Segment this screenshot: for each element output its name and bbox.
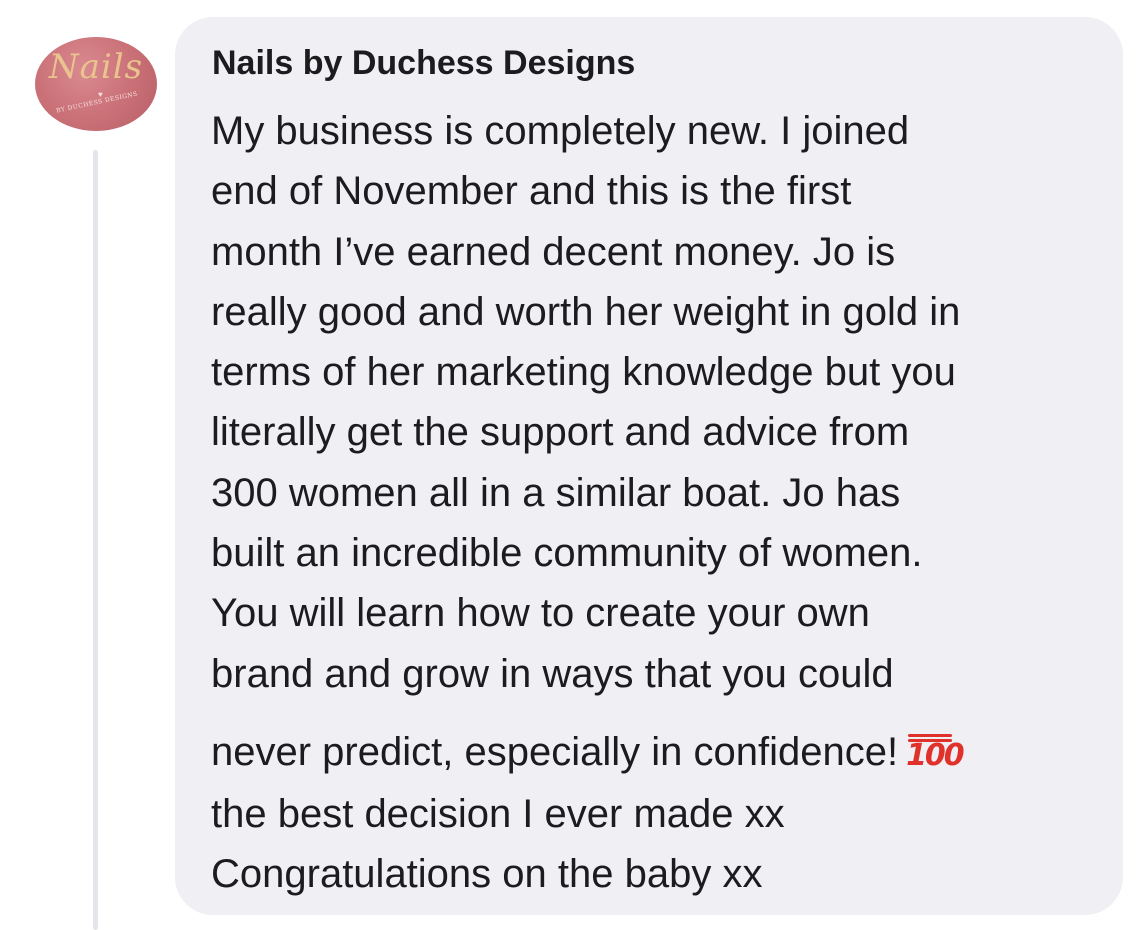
comment-line: really good and worth her weight in gold… — [211, 289, 961, 334]
comment-line-with-emoji: never predict, especially in confidence!… — [211, 704, 1111, 784]
comment-line: the best decision I ever made xx — [211, 791, 785, 836]
avatar-logo-subtext: BY DUCHESS DESIGNS — [55, 90, 139, 115]
comment-line: literally get the support and advice fro… — [211, 410, 910, 455]
comment-line: month I’ve earned decent money. Jo is — [211, 229, 896, 274]
comment-text: My business is completely new. I joined … — [211, 101, 1111, 905]
comment-line: 300 women all in a similar boat. Jo has — [211, 470, 901, 515]
comment-line: end of November and this is the first — [211, 169, 852, 214]
avatar-logo-text: Nails — [48, 47, 144, 87]
hundred-points-emoji-digits: 100 — [906, 737, 965, 773]
comment-line: never predict, especially in confidence! — [211, 729, 899, 774]
comment-line: Congratulations on the baby xx — [211, 852, 763, 897]
comment-line: You will learn how to create your own — [211, 591, 870, 636]
hundred-points-emoji: 100 — [906, 704, 965, 773]
comment-line: terms of her marketing knowledge but you — [211, 350, 956, 395]
comment-line: built an incredible community of women. — [211, 531, 923, 576]
comment-line: brand and grow in ways that you could — [211, 651, 894, 696]
comment-author[interactable]: Nails by Duchess Designs — [212, 44, 635, 83]
thread-line — [93, 150, 98, 930]
avatar[interactable]: Nails ♥ BY DUCHESS DESIGNS — [35, 37, 157, 131]
comment-line: My business is completely new. I joined — [211, 109, 910, 153]
